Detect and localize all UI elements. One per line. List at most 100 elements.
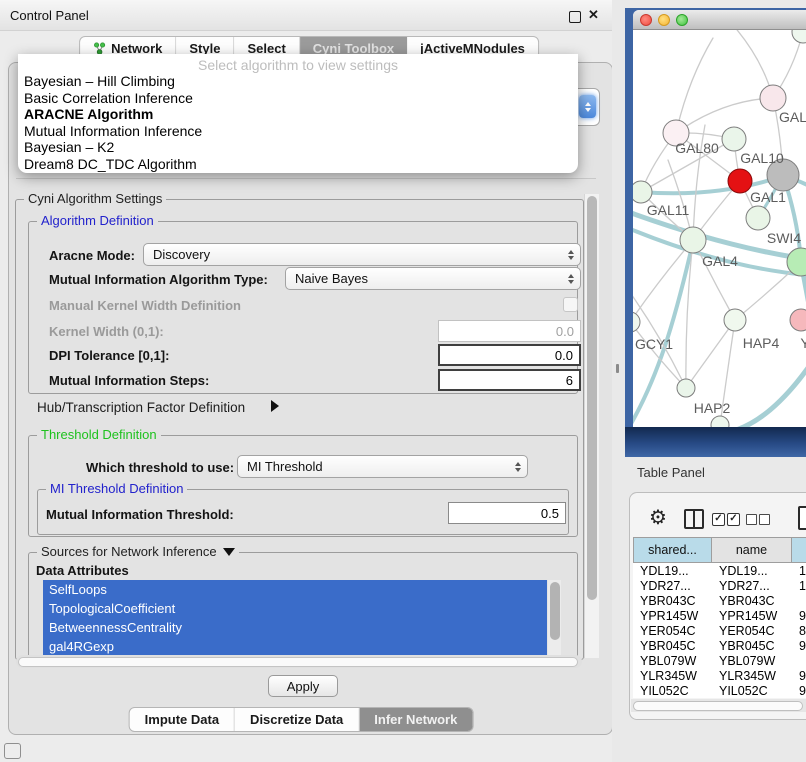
settings-horizontal-scrollbar[interactable] xyxy=(16,655,582,668)
dpi-tolerance-field[interactable]: 0.0 xyxy=(438,344,581,366)
dpi-tolerance-label: DPI Tolerance [0,1]: xyxy=(49,348,169,363)
table-cell: 12 xyxy=(792,578,806,593)
table-row[interactable]: YER054CYER054C8. xyxy=(633,623,806,638)
close-window-icon[interactable] xyxy=(640,14,652,26)
zoom-window-icon[interactable] xyxy=(676,14,688,26)
scrollbar-thumb[interactable] xyxy=(587,196,597,600)
table-row[interactable]: YBR043CYBR043C xyxy=(633,593,806,608)
table-row[interactable]: YIL052CYIL052C9 xyxy=(633,683,806,698)
mi-steps-field[interactable]: 6 xyxy=(438,369,581,391)
node-gal-pink[interactable] xyxy=(760,85,786,111)
attribute-list-item[interactable]: gal4RGexp xyxy=(43,637,547,656)
network-edge[interactable] xyxy=(729,352,806,427)
which-threshold-combo[interactable]: MI Threshold xyxy=(237,455,528,478)
node-top-cut[interactable] xyxy=(792,30,806,43)
column-header[interactable]: name xyxy=(712,537,792,563)
table-cell: YPR145W xyxy=(633,608,712,623)
aracne-mode-combo[interactable]: Discovery xyxy=(143,243,581,266)
node-gal11[interactable] xyxy=(633,181,652,203)
float-window-icon[interactable] xyxy=(569,11,581,23)
node-gal4[interactable] xyxy=(680,227,706,253)
algorithm-option[interactable]: Mutual Information Inference xyxy=(18,123,578,140)
network-edge[interactable] xyxy=(693,240,735,320)
table-cell: YBR045C xyxy=(712,638,792,653)
close-panel-icon[interactable]: ✕ xyxy=(588,7,599,23)
scrollbar-thumb[interactable] xyxy=(18,657,578,667)
table-cell: YBR043C xyxy=(712,593,792,608)
column-header[interactable]: shared... xyxy=(633,537,712,563)
deselect-columns-icon[interactable] xyxy=(746,514,757,525)
expand-right-icon[interactable] xyxy=(271,400,279,412)
minimize-window-icon[interactable] xyxy=(658,14,670,26)
node-gal1[interactable] xyxy=(746,206,770,230)
table-cell: YDR27... xyxy=(712,578,792,593)
table-row[interactable]: YDL19...YDL19...13 xyxy=(633,563,806,578)
divider-grip[interactable] xyxy=(616,364,619,373)
which-threshold-value: MI Threshold xyxy=(247,459,323,474)
table-row[interactable]: YBL079WYBL079W xyxy=(633,653,806,668)
algorithm-option[interactable]: Dream8 DC_TDC Algorithm xyxy=(18,156,578,173)
node-hap4[interactable] xyxy=(724,309,746,331)
network-canvas[interactable]: GALGAL80GAL10GAL1GAL11SWI4GAL4GCY1HAP4YH… xyxy=(633,30,806,427)
scrollbar-thumb[interactable] xyxy=(633,701,803,711)
manual-kernel-checkbox[interactable] xyxy=(563,297,578,312)
table-row[interactable]: YDR27...YDR27...12 xyxy=(633,578,806,593)
network-edge[interactable] xyxy=(633,322,686,388)
tab-infer-network[interactable]: Infer Network xyxy=(359,708,472,731)
network-edge[interactable] xyxy=(686,320,735,388)
hidden-frame-edge xyxy=(16,178,596,179)
table-row[interactable]: YLR345WYLR345W9. xyxy=(633,668,806,683)
select-columns-icon[interactable]: ✓ xyxy=(712,513,725,526)
algorithm-dropdown-popup: Select algorithm to view settings Bayesi… xyxy=(18,54,578,173)
table-cell: 9. xyxy=(792,668,806,683)
network-edge[interactable] xyxy=(633,242,693,427)
algorithm-option[interactable]: Basic Correlation Inference xyxy=(18,90,578,107)
collapsed-panel-icon[interactable] xyxy=(4,743,21,759)
data-attributes-list[interactable]: SelfLoopsTopologicalCoefficientBetweenne… xyxy=(43,580,547,658)
table-cell: YBR043C xyxy=(633,593,712,608)
attribute-list-item[interactable]: SelfLoops xyxy=(43,580,547,599)
table-row[interactable]: YPR145WYPR145W9. xyxy=(633,608,806,623)
attribute-list-scrollbar[interactable] xyxy=(548,580,561,658)
dpi-tolerance-value: 0.0 xyxy=(555,348,573,363)
table-cell: YDR27... xyxy=(633,578,712,593)
select-columns-icon[interactable]: ✓ xyxy=(727,513,740,526)
attribute-list-item[interactable]: TopologicalCoefficient xyxy=(43,599,547,618)
tab-impute-data[interactable]: Impute Data xyxy=(130,708,235,731)
kernel-width-label: Kernel Width (0,1): xyxy=(49,324,164,339)
apply-button[interactable]: Apply xyxy=(268,675,338,697)
algorithm-dropdown-list: Bayesian – Hill ClimbingBasic Correlatio… xyxy=(18,73,578,172)
scrollbar-thumb[interactable] xyxy=(550,582,560,640)
column-header[interactable] xyxy=(792,537,806,563)
node-pink-right[interactable] xyxy=(790,309,806,331)
attribute-list-item[interactable]: BetweennessCentrality xyxy=(43,618,547,637)
network-edge[interactable] xyxy=(676,98,773,133)
sources-frame-title: Sources for Network Inference xyxy=(41,544,217,559)
bottom-tabbar: Impute Data Discretize Data Infer Networ… xyxy=(129,707,474,732)
gear-icon[interactable]: ⚙ xyxy=(649,505,667,530)
node-red[interactable] xyxy=(728,169,752,193)
mi-algorithm-type-combo[interactable]: Naive Bayes xyxy=(285,267,581,290)
table-cell: YDL19... xyxy=(633,563,712,578)
settings-vertical-scrollbar[interactable] xyxy=(584,194,599,658)
combo-stepper-icon xyxy=(515,456,521,477)
collapse-down-icon[interactable] xyxy=(223,548,235,556)
table-horizontal-scrollbar[interactable] xyxy=(631,699,806,712)
split-columns-icon[interactable] xyxy=(684,509,704,529)
algorithm-option[interactable]: ARACNE Algorithm xyxy=(18,106,578,123)
node-hap2[interactable] xyxy=(677,379,695,397)
network-edge[interactable] xyxy=(676,38,713,133)
algorithm-option[interactable]: Bayesian – Hill Climbing xyxy=(18,73,578,90)
mi-threshold-label: Mutual Information Threshold: xyxy=(46,507,234,522)
node-gal10[interactable] xyxy=(722,127,746,151)
tab-discretize-data[interactable]: Discretize Data xyxy=(235,708,359,731)
table-row[interactable]: YBR045CYBR045C9. xyxy=(633,638,806,653)
table-cell: 9. xyxy=(792,638,806,653)
mi-threshold-field[interactable]: 0.5 xyxy=(448,502,566,524)
node-bottom-cut[interactable] xyxy=(711,416,729,427)
deselect-columns-icon[interactable] xyxy=(759,514,770,525)
new-column-icon[interactable] xyxy=(798,506,806,530)
kernel-width-field[interactable]: 0.0 xyxy=(438,320,581,342)
algorithm-option[interactable]: Bayesian – K2 xyxy=(18,139,578,156)
node-gcy1[interactable] xyxy=(633,312,640,332)
